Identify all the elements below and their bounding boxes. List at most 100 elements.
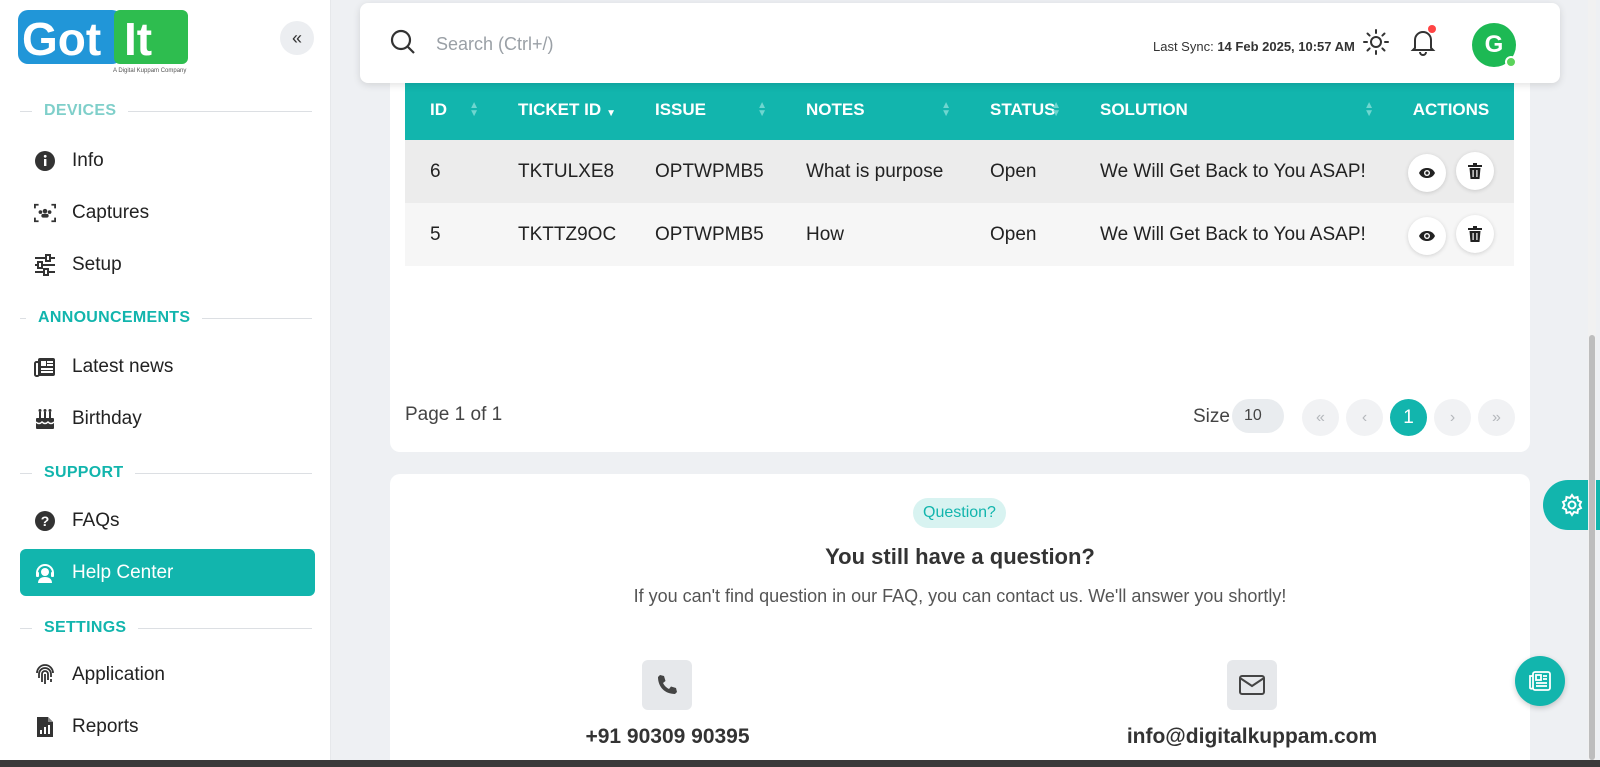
- top-bar: Last Sync: 14 Feb 2025, 10:57 AM G: [360, 3, 1560, 83]
- search-input[interactable]: [436, 27, 816, 61]
- next-page-button[interactable]: ›: [1434, 399, 1471, 436]
- section-support: SUPPORT: [20, 463, 312, 483]
- sidebar: Got It A Digital Kuppam Company « DEVICE…: [0, 0, 331, 760]
- page-info: Page 1 of 1: [405, 404, 503, 425]
- cell-status: Open: [990, 223, 1037, 245]
- page-1-button[interactable]: 1: [1390, 399, 1427, 436]
- sidebar-item-reports[interactable]: Reports: [20, 703, 315, 750]
- sidebar-item-label: Captures: [72, 201, 150, 223]
- eye-icon: [1419, 167, 1436, 178]
- sidebar-item-latest-news[interactable]: Latest news: [20, 343, 315, 390]
- section-title: ANNOUNCEMENTS: [38, 309, 191, 326]
- sidebar-item-setup[interactable]: Setup: [20, 241, 315, 288]
- cell-actions: [1388, 203, 1514, 266]
- sort-icon: ▲ ▼: [941, 100, 951, 119]
- sort-icon: ▲ ▼: [757, 100, 767, 119]
- page-scrollbar-thumb[interactable]: [1589, 335, 1595, 760]
- collapse-sidebar-button[interactable]: «: [280, 21, 314, 55]
- headset-icon: [34, 562, 56, 584]
- info-circle-icon: [34, 150, 56, 172]
- column-header-issue[interactable]: ISSUE ▲ ▼: [630, 80, 781, 140]
- column-label: NOTES: [806, 100, 865, 119]
- svg-text:Got: Got: [22, 13, 101, 65]
- view-button[interactable]: [1408, 153, 1447, 192]
- cell-id: 6: [430, 160, 441, 182]
- mail-icon: [1227, 660, 1277, 710]
- cell-issue: OPTWPMB5: [655, 223, 764, 245]
- gear-icon: [1561, 493, 1582, 517]
- email-address[interactable]: info@digitalkuppam.com: [1110, 725, 1394, 749]
- sidebar-item-label: Reports: [72, 715, 139, 737]
- cell-notes: How: [806, 223, 845, 245]
- column-header-id[interactable]: ID ▲ ▼: [405, 80, 493, 140]
- sidebar-item-help-center[interactable]: Help Center: [20, 549, 315, 596]
- sidebar-item-label: Help Center: [72, 561, 174, 583]
- column-header-actions: ACTIONS: [1388, 80, 1514, 140]
- section-title: SETTINGS: [44, 619, 127, 636]
- sidebar-item-label: Info: [72, 149, 104, 171]
- notification-dot: [1428, 25, 1436, 33]
- sort-desc-icon: ▼: [606, 108, 616, 119]
- newspaper-icon: [1529, 671, 1551, 691]
- contact-card: Question? You still have a question? If …: [390, 474, 1530, 767]
- os-taskbar-strip: [0, 760, 1600, 767]
- column-header-status[interactable]: STATUS ▲ ▼: [965, 80, 1075, 140]
- sidebar-item-info[interactable]: Info: [20, 137, 315, 184]
- table-header-row: ID ▲ ▼ TICKET ID ▼ ISSUE ▲ ▼ NOTES ▲ ▼ STATUS ▲ ▼…: [405, 80, 1514, 140]
- search-icon[interactable]: [390, 29, 416, 60]
- phone-number[interactable]: +91 90309 90395: [570, 725, 765, 749]
- question-subtitle: If you can't find question in our FAQ, y…: [633, 586, 1287, 606]
- last-sync-status: Last Sync: 14 Feb 2025, 10:57 AM: [1153, 39, 1355, 54]
- news-fab[interactable]: [1515, 656, 1565, 706]
- tickets-table: ID ▲ ▼ TICKET ID ▼ ISSUE ▲ ▼ NOTES ▲ ▼ STATUS ▲ ▼…: [405, 80, 1514, 266]
- svg-text:A Digital Kuppam Company: A Digital Kuppam Company: [113, 68, 186, 74]
- first-page-button[interactable]: «: [1302, 399, 1339, 436]
- sidebar-item-application[interactable]: Application: [20, 651, 315, 698]
- column-label: ACTIONS: [1412, 100, 1490, 119]
- cell-notes: What is purpose: [806, 160, 944, 182]
- eye-icon: [1419, 230, 1436, 241]
- section-title: SUPPORT: [44, 464, 124, 481]
- page-size-select[interactable]: 10: [1232, 399, 1284, 433]
- page-size-label: Size: [1193, 406, 1230, 427]
- sidebar-item-label: Birthday: [72, 407, 142, 429]
- sidebar-item-label: Setup: [72, 253, 122, 275]
- sidebar-item-faqs[interactable]: ? FAQs: [20, 497, 315, 544]
- sidebar-item-label: Latest news: [72, 355, 174, 377]
- last-page-button[interactable]: »: [1478, 399, 1515, 436]
- column-label: TICKET ID: [518, 100, 602, 119]
- cell-id: 5: [430, 223, 441, 245]
- sort-icon: ▲ ▼: [1051, 100, 1061, 119]
- cell-status: Open: [990, 160, 1037, 182]
- sync-value: 14 Feb 2025, 10:57 AM: [1217, 39, 1355, 54]
- sort-icon: ▲ ▼: [469, 100, 479, 119]
- online-status-dot: [1505, 56, 1517, 68]
- cake-icon: [34, 408, 56, 430]
- captures-icon: [34, 202, 56, 224]
- sun-icon[interactable]: [1363, 29, 1389, 60]
- delete-button[interactable]: [1455, 214, 1494, 253]
- prev-page-button[interactable]: ‹: [1346, 399, 1383, 436]
- section-announcements: ANNOUNCEMENTS: [20, 308, 312, 328]
- chevrons-left-icon: «: [291, 27, 302, 48]
- column-label: SOLUTION: [1100, 100, 1188, 119]
- sliders-icon: [34, 253, 56, 276]
- column-header-ticket-id[interactable]: TICKET ID ▼: [493, 80, 630, 140]
- gotit-logo[interactable]: Got It A Digital Kuppam Company: [18, 8, 194, 74]
- trash-icon: [1467, 225, 1482, 242]
- cell-ticket-id: TKTULXE8: [518, 160, 615, 182]
- sync-label: Last Sync:: [1153, 39, 1214, 54]
- view-button[interactable]: [1408, 216, 1447, 255]
- table-row: 6 TKTULXE8 OPTWPMB5 What is purpose Open…: [405, 140, 1514, 203]
- cell-ticket-id: TKTTZ9OC: [518, 223, 617, 245]
- phone-icon: [642, 660, 692, 710]
- section-title: DEVICES: [44, 102, 117, 119]
- section-settings: SETTINGS: [20, 618, 312, 638]
- sidebar-item-birthday[interactable]: Birthday: [20, 395, 315, 442]
- column-header-solution[interactable]: SOLUTION ▲ ▼: [1075, 80, 1388, 140]
- question-circle-icon: ?: [34, 510, 56, 532]
- column-header-notes[interactable]: NOTES ▲ ▼: [781, 80, 965, 140]
- sidebar-item-captures[interactable]: Captures: [20, 189, 315, 236]
- delete-button[interactable]: [1455, 151, 1494, 190]
- question-badge: Question?: [913, 498, 1006, 528]
